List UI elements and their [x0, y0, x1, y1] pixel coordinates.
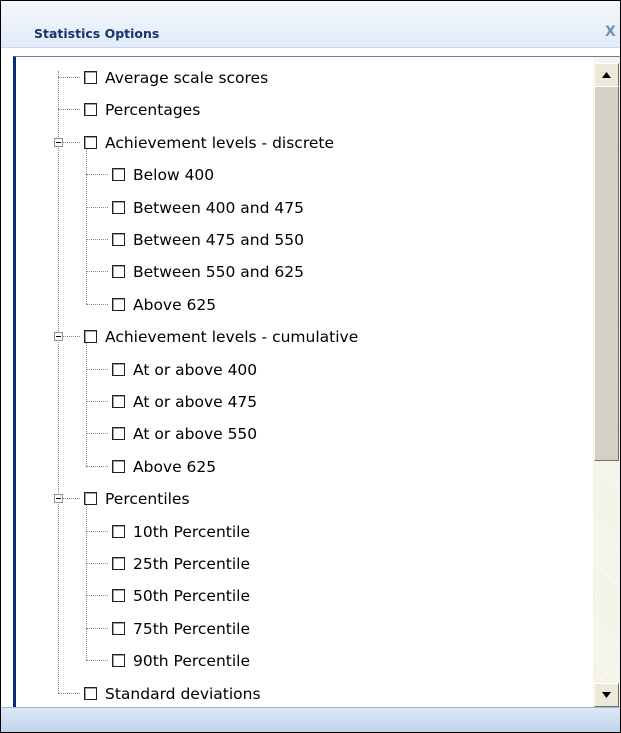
title-bar: Statistics Options X — [1, 1, 620, 48]
checkbox[interactable] — [84, 135, 97, 149]
checkbox[interactable] — [84, 71, 97, 84]
scroll-up-button[interactable] — [594, 63, 619, 87]
tree-branch-connector — [86, 627, 108, 629]
tree-item-label: 90th Percentile — [133, 652, 251, 671]
tree-item-label: 10th Percentile — [133, 522, 251, 541]
tree-item-label: Between 400 and 475 — [133, 198, 304, 217]
tree-branch-connector — [86, 660, 108, 662]
tree-branch-connector — [58, 692, 80, 694]
tree-branch-connector — [86, 595, 108, 597]
tree-item-label: At or above 475 — [133, 393, 258, 411]
tree-item-label: At or above 550 — [133, 425, 258, 444]
collapse-toggle-icon[interactable] — [54, 332, 63, 342]
tree-item-label: Average scale scores — [105, 69, 269, 87]
tree-branch-connector — [86, 303, 108, 305]
tree-branch-connector — [86, 530, 108, 532]
arrow-down-icon — [602, 692, 611, 698]
tree-item-label: 25th Percentile — [133, 555, 251, 573]
checkbox[interactable] — [84, 330, 97, 344]
tree-branch-connector — [58, 77, 80, 78]
arrow-up-icon — [602, 72, 611, 78]
statistics-tree: Average scale scores Percentages Achieveme… — [13, 56, 596, 708]
tree-item-label: Below 400 — [133, 166, 215, 185]
vertical-scrollbar[interactable] — [593, 56, 620, 708]
checkbox[interactable] — [84, 492, 97, 506]
window-title: Statistics Options — [34, 26, 160, 41]
statistics-options-window: Statistics Options X Average scale score… — [0, 0, 621, 733]
collapse-toggle-icon[interactable] — [54, 137, 63, 147]
checkbox[interactable] — [112, 200, 125, 214]
checkbox[interactable] — [112, 589, 125, 603]
tree-branch-connector — [86, 563, 108, 564]
tree-item-label: Achievement levels - discrete — [105, 133, 334, 152]
checkbox[interactable] — [112, 654, 125, 668]
tree-branch-connector — [86, 465, 108, 467]
tree-item-label: Between 475 and 550 — [133, 231, 304, 249]
tree-group-connector — [86, 504, 87, 661]
tree-branch-connector — [86, 433, 108, 435]
tree-branch-connector — [86, 271, 108, 273]
tree-branch-connector — [86, 368, 108, 370]
checkbox[interactable] — [112, 427, 125, 441]
tree-item-label: At or above 400 — [133, 360, 258, 379]
scroll-thumb[interactable] — [594, 86, 619, 461]
checkbox[interactable] — [112, 297, 125, 311]
tree-group-connector — [86, 147, 87, 304]
bottom-bar — [1, 707, 620, 732]
tree-branch-connector — [86, 174, 108, 176]
tree-item-label: 75th Percentile — [133, 619, 251, 638]
tree-item-label: Percentages — [105, 101, 201, 120]
checkbox[interactable] — [112, 524, 125, 538]
checkbox[interactable] — [84, 103, 97, 117]
scroll-down-button[interactable] — [594, 683, 619, 707]
checkbox[interactable] — [112, 168, 125, 182]
checkbox[interactable] — [112, 395, 125, 408]
close-icon[interactable]: X — [605, 23, 616, 41]
tree-item-label: Percentiles — [105, 490, 190, 509]
tree-group-connector — [86, 342, 87, 466]
tree-item-label: Above 625 — [133, 457, 217, 476]
tree-branch-connector — [86, 239, 108, 240]
tree-item-label: Standard deviations — [105, 684, 261, 703]
tree-branch-connector — [86, 206, 108, 208]
checkbox[interactable] — [84, 686, 97, 700]
checkbox[interactable] — [112, 621, 125, 635]
tree-item-label: Achievement levels - cumulative — [105, 328, 359, 347]
tree-item-label: 50th Percentile — [133, 587, 251, 606]
tree-branch-connector — [58, 109, 80, 111]
tree-root-connector — [58, 71, 59, 693]
checkbox[interactable] — [112, 459, 125, 473]
tree-item-label: Above 625 — [133, 295, 217, 314]
checkbox[interactable] — [112, 233, 125, 246]
tree-branch-connector — [86, 401, 108, 402]
checkbox[interactable] — [112, 557, 125, 570]
checkbox[interactable] — [112, 362, 125, 376]
collapse-toggle-icon[interactable] — [54, 494, 63, 504]
tree-item-label: Between 550 and 625 — [133, 263, 304, 282]
checkbox[interactable] — [112, 265, 125, 279]
